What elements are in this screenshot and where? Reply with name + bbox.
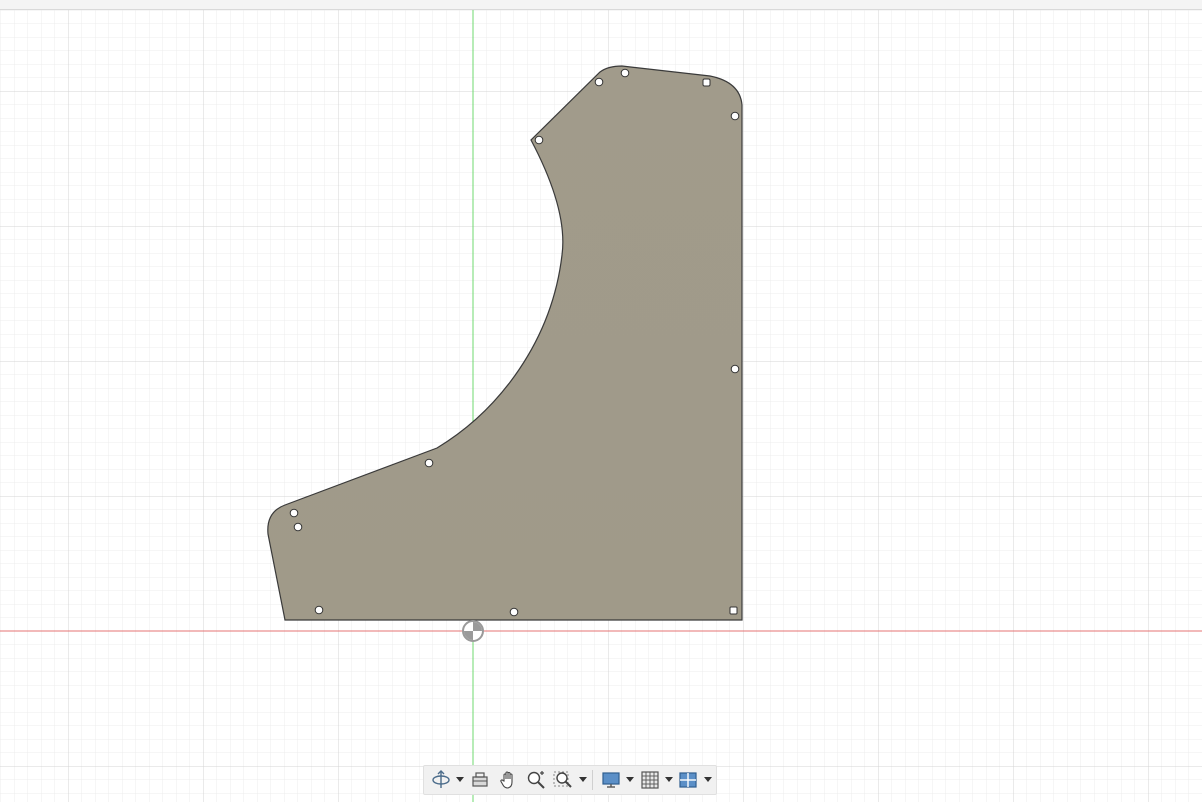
caret-down-icon — [456, 777, 465, 782]
orbit-button[interactable] — [428, 767, 454, 793]
hole[interactable] — [594, 77, 604, 87]
design-canvas[interactable] — [0, 10, 1202, 802]
zoom-window-button[interactable] — [551, 767, 577, 793]
hole[interactable] — [293, 522, 303, 532]
hole[interactable] — [314, 605, 324, 615]
hole[interactable] — [289, 508, 299, 518]
zoom-button[interactable] — [523, 767, 549, 793]
toolbar-separator — [592, 770, 594, 790]
grid-snap-icon — [641, 771, 659, 789]
orbit-menu-caret[interactable] — [456, 767, 465, 793]
hole[interactable] — [534, 135, 544, 145]
display-settings-menu-caret[interactable] — [626, 767, 635, 793]
hole[interactable] — [620, 68, 630, 78]
pan-hand-icon — [499, 771, 513, 789]
display-settings-button[interactable] — [598, 767, 624, 793]
look-at-icon — [472, 772, 488, 787]
hole[interactable] — [730, 111, 740, 121]
caret-down-icon — [626, 777, 635, 782]
zoom-icon — [527, 771, 545, 789]
caret-down-icon — [665, 777, 674, 782]
zoom-window-icon — [553, 771, 572, 788]
caret-down-icon — [703, 777, 712, 782]
top-edge-bar — [0, 0, 1202, 10]
display-settings-icon — [602, 772, 620, 788]
grid-snap-button[interactable] — [637, 767, 663, 793]
orbit-icon — [432, 770, 450, 788]
viewports-menu-caret[interactable] — [703, 767, 712, 793]
hole[interactable] — [729, 606, 738, 615]
hole[interactable] — [424, 458, 434, 468]
viewports-icon — [679, 772, 697, 788]
viewports-button[interactable] — [675, 767, 701, 793]
hole[interactable] — [730, 364, 740, 374]
grid-snap-menu-caret[interactable] — [665, 767, 674, 793]
hole[interactable] — [702, 78, 711, 87]
caret-down-icon — [578, 777, 587, 782]
pan-button[interactable] — [495, 767, 521, 793]
navigation-toolbar — [423, 765, 717, 795]
hole[interactable] — [509, 607, 519, 617]
look-at-button[interactable] — [467, 767, 493, 793]
origin-icon[interactable] — [462, 620, 484, 642]
zoom-window-menu-caret[interactable] — [578, 767, 588, 793]
